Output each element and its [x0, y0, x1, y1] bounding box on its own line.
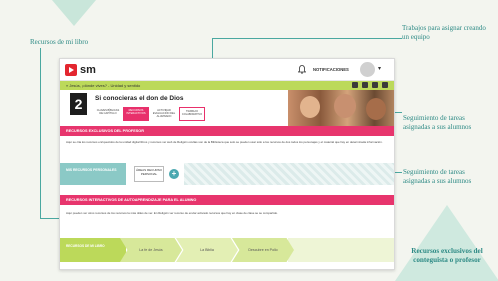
- filter-icon[interactable]: [362, 82, 368, 88]
- unit-number: 2: [70, 93, 87, 115]
- annotation-seguimiento-2: Seguimiento de tareas asignadas a sus al…: [403, 168, 472, 185]
- resource-item[interactable]: Descubre en Pollo: [232, 238, 294, 262]
- annotation-seguimiento-1: Seguimiento de tareas asignadas a sus al…: [403, 114, 472, 131]
- connector-line: [395, 172, 402, 173]
- personal-resources-label: MIS RECURSOS PERSONALES: [60, 163, 126, 185]
- resource-item[interactable]: La fe de Jesús: [120, 238, 182, 262]
- unit-header: 2 Si conocieras el don de Dios CLAVES BÍ…: [60, 90, 394, 126]
- user-icon[interactable]: [382, 82, 388, 88]
- add-resource-button[interactable]: +: [169, 169, 179, 179]
- section-title-alumno: RECURSOS INTERACTIVOS DE AUTOAPRENDIZAJE…: [60, 195, 394, 205]
- personal-resources-row: MIS RECURSOS PERSONALES ÁREAS RECURSO PE…: [60, 163, 394, 185]
- section-title-profesor: RECURSOS EXCLUSIVOS DEL PROFESOR: [60, 126, 394, 136]
- book-resources-label: RECURSOS DE MI LIBRO: [60, 238, 126, 262]
- app-screen: sm NOTIFICACIONES ▾ « Jesús, ¡dónde vive…: [59, 58, 395, 270]
- unit-tabs: CLAVES BÍBLICAS DE CAPÍTULO RECURSOS INT…: [95, 107, 205, 121]
- mail-icon[interactable]: [372, 82, 378, 88]
- decorative-triangle-top: [52, 0, 96, 26]
- resources-row-end: [288, 238, 394, 262]
- decorative-triangle-bottom: [395, 205, 498, 281]
- breadcrumb[interactable]: « Jesús, ¡dónde vives? - Unidad y sentid…: [66, 83, 140, 88]
- section-text-alumno: Aquí pueden ver otros recursos de los re…: [66, 211, 278, 215]
- student-face: [300, 96, 320, 118]
- connector-line: [212, 38, 402, 39]
- tab-recursos-interactivos[interactable]: RECURSOS INTERACTIVOS: [123, 107, 149, 121]
- chevron-down-icon[interactable]: ▾: [378, 65, 381, 72]
- annotation-trabajos: Trabajos para asignar creando un equipo: [402, 24, 486, 41]
- annotation-recursos-exclusivos: Recursos exclusivos del conteguista o pr…: [411, 247, 483, 264]
- bookmark-icon[interactable]: [352, 82, 358, 88]
- personal-resource-card[interactable]: ÁREAS RECURSO PERSONAL: [134, 166, 164, 182]
- tab-actividad-evaluacion[interactable]: ACTIVIDAD EVALUACIÓN DEL ALUMNADO: [151, 107, 177, 121]
- book-resources-row: RECURSOS DE MI LIBRO La fe de Jesús La B…: [60, 238, 394, 262]
- section-text-profesor: Aquí se cita los recursos enriquecidos d…: [66, 140, 383, 144]
- avatar[interactable]: [360, 62, 375, 77]
- sm-logo[interactable]: sm: [65, 64, 96, 76]
- unit-title: Si conocieras el don de Dios: [95, 95, 184, 102]
- resource-item[interactable]: La Biblia: [176, 238, 238, 262]
- breadcrumb-bar: « Jesús, ¡dónde vives? - Unidad y sentid…: [60, 81, 394, 90]
- empty-drop-area: [184, 163, 394, 185]
- top-bar: sm NOTIFICACIONES ▾: [60, 59, 394, 81]
- student-face: [366, 98, 386, 120]
- connector-line: [40, 48, 41, 218]
- bell-icon[interactable]: [298, 65, 306, 74]
- logo-text: sm: [80, 64, 96, 76]
- student-face: [334, 94, 356, 118]
- tab-trabajo-colaborativo[interactable]: TRABAJO COLABORATIVO: [179, 107, 205, 121]
- tab-claves[interactable]: CLAVES BÍBLICAS DE CAPÍTULO: [95, 107, 121, 121]
- play-icon: [65, 64, 77, 76]
- students-photo: [288, 90, 394, 126]
- notifications-link[interactable]: NOTIFICACIONES: [313, 67, 349, 72]
- annotation-recursos-libro: Recursos de mi libro: [30, 38, 89, 46]
